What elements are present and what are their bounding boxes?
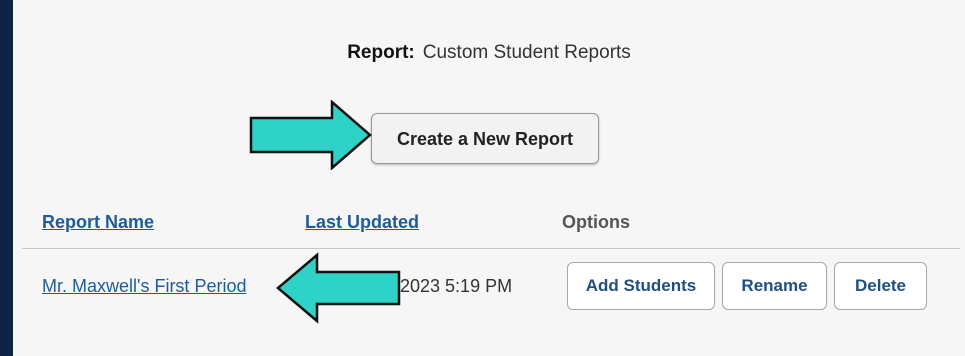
last-updated-value: 2023 5:19 PM <box>400 276 513 296</box>
report-label: Report: <box>347 42 415 63</box>
column-header-last-updated[interactable]: Last Updated <box>305 212 419 233</box>
delete-button[interactable]: Delete <box>834 262 927 310</box>
table-divider <box>22 248 960 249</box>
report-heading: Report: Custom Student Reports <box>13 42 965 64</box>
annotation-arrow-right-icon <box>249 100 372 170</box>
create-new-report-button[interactable]: Create a New Report <box>371 113 599 164</box>
report-panel: Report: Custom Student Reports Create a N… <box>13 0 965 356</box>
add-students-button[interactable]: Add Students <box>567 262 715 310</box>
report-name: Custom Student Reports <box>422 42 631 63</box>
column-header-report-name[interactable]: Report Name <box>42 212 154 233</box>
rename-button[interactable]: Rename <box>722 262 827 310</box>
report-name-link[interactable]: Mr. Maxwell's First Period <box>42 276 246 297</box>
column-header-options: Options <box>562 212 630 232</box>
annotation-arrow-left-icon <box>276 252 401 324</box>
